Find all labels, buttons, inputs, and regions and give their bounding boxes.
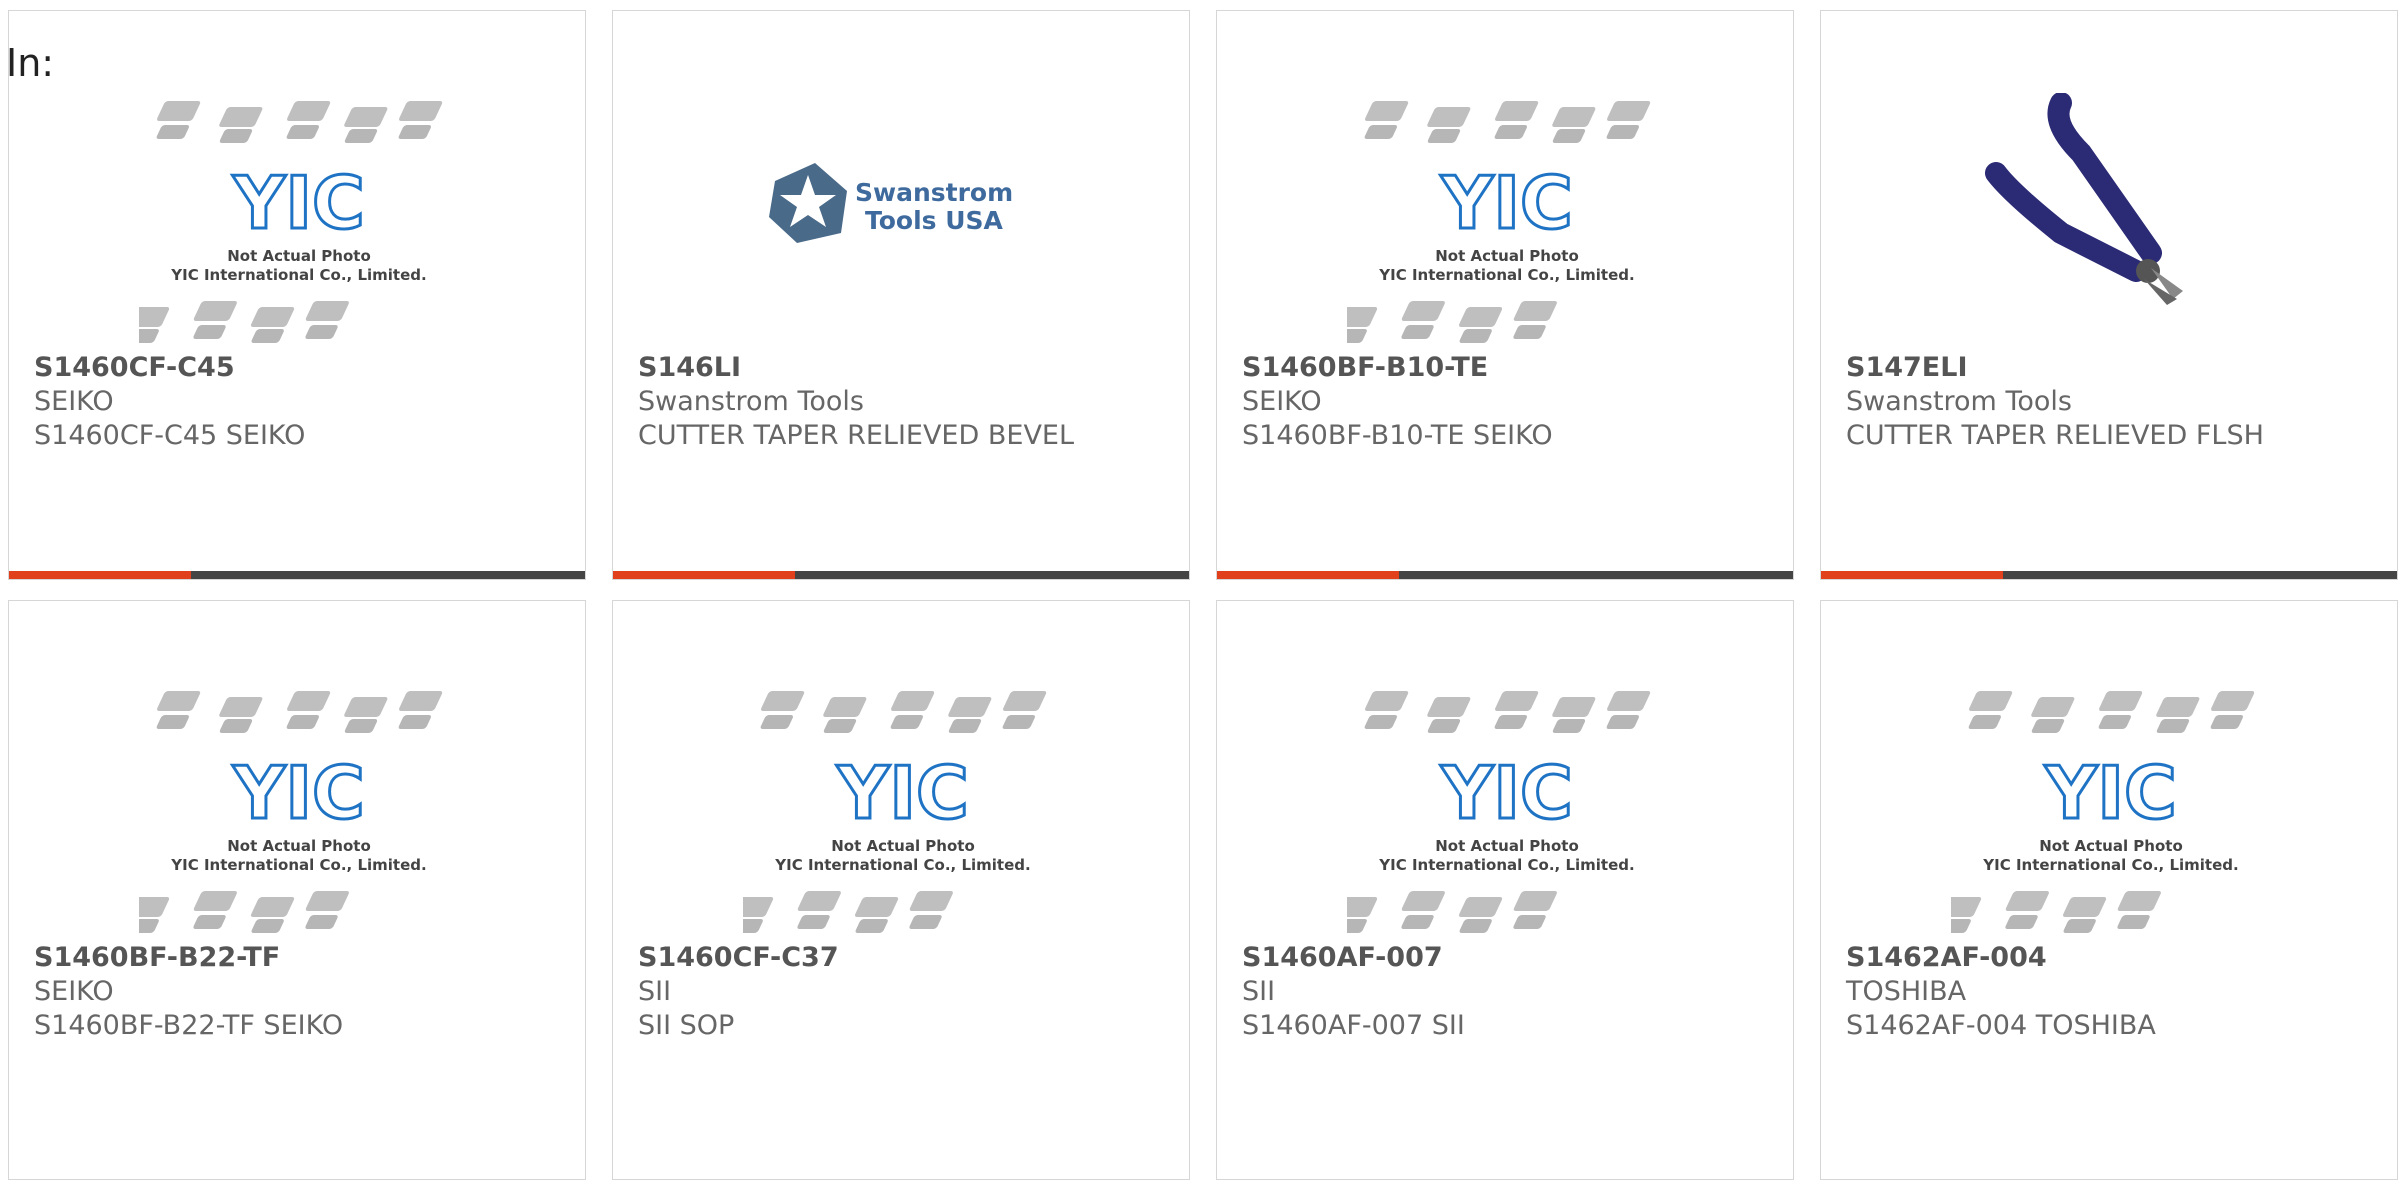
manufacturer: Swanstrom Tools [1846,386,2072,417]
not-actual-photo-caption: Not Actual Photo [227,837,371,855]
yic-logo: YIC [1440,161,1573,245]
yic-placeholder-image: YIC Not Actual PhotoYIC International Co.… [63,101,443,343]
product-image[interactable]: Swanstrom Tools USA [743,93,1063,363]
yic-placeholder-image: YIC Not Actual PhotoYIC International Co.… [1271,691,1651,933]
ic-packages-icon [63,891,349,933]
product-card[interactable]: Swanstrom Tools USA S146LI Swanstrom Tool… [612,10,1190,580]
yic-logo: YIC [836,751,969,835]
swanstrom-logo-text: Swanstrom [855,178,1013,207]
product-image[interactable]: YIC Not Actual Photo YIC International Co.… [1875,683,2271,953]
product-card[interactable]: YIC Not Actual Photo YIC International Co.… [1216,600,1794,1180]
yic-placeholder-image: YIC Not Actual PhotoYIC International Co.… [667,691,1047,933]
product-grid: In: YIC Not Actual Photo YIC International… [0,0,2400,1180]
ic-packages-icon [156,691,443,733]
yic-company-caption: YIC International Co., Limited. [774,856,1030,874]
yic-placeholder-image: YIC Not Actual PhotoYIC International Co.… [63,691,443,933]
swanstrom-logo-image: SwanstromTools USA [769,163,1013,243]
yic-placeholder-image: YIC Not Actual PhotoYIC International Co.… [1875,691,2255,933]
not-actual-photo-caption: Not Actual Photo [831,837,975,855]
product-card[interactable]: YIC Not Actual Photo YIC International Co.… [8,10,586,580]
description: SII SOP [638,1010,735,1041]
yic-logo: YIC [2044,751,2177,835]
product-image[interactable]: YIC Not Actual Photo YIC International Co.… [63,93,459,363]
description: S1462AF-004 TOSHIBA [1846,1010,2156,1041]
part-number[interactable]: S1460BF-B22-TF [34,941,574,975]
card-bottom-bar [613,571,1189,579]
manufacturer: SII [1242,976,1276,1007]
card-accent-bar [1217,571,1399,579]
ic-packages-icon [1875,891,2161,933]
part-number[interactable]: S1460CF-C37 [638,941,1178,975]
description: CUTTER TAPER RELIEVED BEVEL [638,420,1075,451]
ic-packages-icon [1364,691,1651,733]
swanstrom-logo-subtext: Tools USA [865,206,1004,235]
yic-company-caption: YIC International Co., Limited. [1378,856,1634,874]
part-number[interactable]: S1460CF-C45 [34,351,574,385]
card-accent-bar [1821,571,2003,579]
part-number[interactable]: S1462AF-004 [1846,941,2386,975]
yic-logo: YIC [232,161,365,245]
yic-company-caption: YIC International Co., Limited. [170,266,426,284]
ic-packages-icon [63,301,349,343]
yic-logo: YIC [1440,751,1573,835]
product-card[interactable]: YIC Not Actual Photo YIC International Co.… [1216,10,1794,580]
card-accent-bar [9,571,191,579]
ic-packages-icon [1968,691,2255,733]
yic-company-caption: YIC International Co., Limited. [1378,266,1634,284]
manufacturer: TOSHIBA [1846,976,1967,1007]
description: S1460CF-C45 SEIKO [34,420,306,451]
card-accent-bar [613,571,795,579]
ic-packages-icon [1271,301,1557,343]
ic-packages-icon [1271,891,1557,933]
description: S1460BF-B22-TF SEIKO [34,1010,344,1041]
part-number[interactable]: S146LI [638,351,1178,385]
manufacturer: SEIKO [1242,386,1322,417]
manufacturer: SII [638,976,672,1007]
product-card[interactable]: YIC Not Actual Photo YIC International Co.… [612,600,1190,1180]
product-image[interactable]: YIC Not Actual Photo YIC International Co.… [1271,93,1667,363]
description: CUTTER TAPER RELIEVED FLSH [1846,420,2264,451]
product-card[interactable]: S147ELI Swanstrom Tools CUTTER TAPER REL… [1820,10,2398,580]
card-bottom-bar [9,571,585,579]
yic-placeholder-image: YIC Not Actual PhotoYIC International Co.… [1271,101,1651,343]
product-image[interactable]: YIC Not Actual Photo YIC International Co.… [1271,683,1667,953]
yic-company-caption: YIC International Co., Limited. [170,856,426,874]
manufacturer: Swanstrom Tools [638,386,864,417]
product-card[interactable]: YIC Not Actual Photo YIC International Co.… [8,600,586,1180]
not-actual-photo-caption: Not Actual Photo [1435,837,1579,855]
in-label: In: [6,41,55,85]
product-image[interactable]: YIC Not Actual Photo YIC International Co.… [667,683,1063,953]
cutter-pliers-image [1985,92,2183,305]
part-number[interactable]: S1460BF-B10-TE [1242,351,1782,385]
part-number[interactable]: S1460AF-007 [1242,941,1782,975]
not-actual-photo-caption: Not Actual Photo [227,247,371,265]
description: S1460AF-007 SII [1242,1010,1465,1041]
part-number[interactable]: S147ELI [1846,351,2386,385]
product-image[interactable] [1951,92,2271,363]
manufacturer: SEIKO [34,976,114,1007]
ic-packages-icon [760,691,1047,733]
star-badge-icon [769,163,847,243]
product-card[interactable]: YIC Not Actual Photo YIC International Co.… [1820,600,2398,1180]
description: S1460BF-B10-TE SEIKO [1242,420,1553,451]
not-actual-photo-caption: Not Actual Photo [2039,837,2183,855]
yic-company-caption: YIC International Co., Limited. [1982,856,2238,874]
not-actual-photo-caption: Not Actual Photo [1435,247,1579,265]
card-bottom-bar [1217,571,1793,579]
manufacturer: SEIKO [34,386,114,417]
ic-packages-icon [156,101,443,143]
yic-logo: YIC [232,751,365,835]
card-bottom-bar [1821,571,2397,579]
ic-packages-icon [667,891,953,933]
product-image[interactable]: YIC Not Actual Photo YIC International Co.… [63,683,459,953]
ic-packages-icon [1364,101,1651,143]
pliers-icon [1985,92,2183,305]
